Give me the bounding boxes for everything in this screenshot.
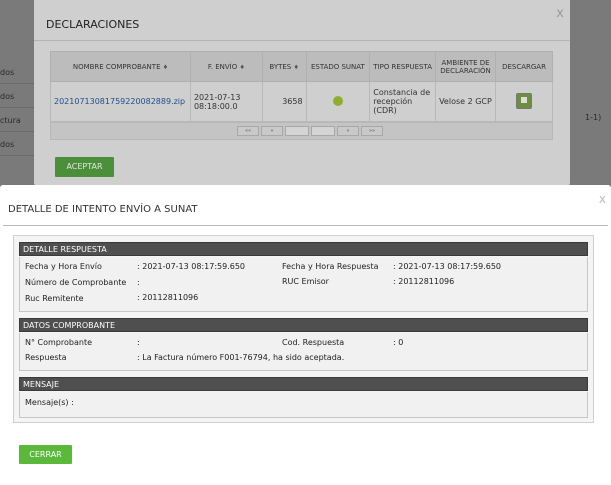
n-comprobante-value: : <box>137 338 140 347</box>
divider <box>34 40 570 41</box>
file-cell: 20210713081759220082889.zip <box>50 81 191 122</box>
accept-button[interactable]: ACEPTAR <box>55 157 114 177</box>
fecha-respuesta-value: : 2021-07-13 08:17:59.650 <box>393 262 502 271</box>
cod-respuesta-label: Cod. Respuesta <box>282 338 345 347</box>
section-body-comprobante: N° Comprobante : Cod. Respuesta : 0 Resp… <box>19 333 588 371</box>
last-page-button[interactable]: »» <box>361 126 383 136</box>
close-button[interactable]: CERRAR <box>19 445 72 464</box>
section-header-mensaje: MENSAJE <box>19 377 588 391</box>
section-header-comprobante: DATOS COMPROBANTE <box>19 318 588 332</box>
prev-page-button[interactable]: « <box>261 126 283 136</box>
ruc-remitente-label: Ruc Remitente <box>25 294 84 303</box>
cod-respuesta-value: : 0 <box>393 338 404 347</box>
col-header-ambiente: AMBIENTE DE DECLARACIÓN <box>435 51 497 82</box>
respuesta-value: : La Factura número F001-76794, ha sido … <box>137 353 345 362</box>
col-header-nombre[interactable]: NOMBRE COMPROBANTE ♦ <box>50 51 191 82</box>
ruc-remitente-value: : 20112811096 <box>137 293 199 302</box>
dialog-title: DETALLE DE INTENTO ENVÍO A SUNAT <box>8 204 198 215</box>
fecha-envio-label: Fecha y Hora Envío <box>25 262 102 271</box>
bytes-cell: 3658 <box>261 81 307 122</box>
section-body-respuesta: Fecha y Hora Envío : 2021-07-13 08:17:59… <box>19 257 588 312</box>
tipo-cell: Constancia de recepción (CDR) <box>369 81 437 122</box>
close-icon[interactable]: x <box>599 192 606 206</box>
fecha-envio-value: : 2021-07-13 08:17:59.650 <box>137 262 246 271</box>
col-header-estado: ESTADO SUNAT <box>305 51 371 82</box>
section-header-respuesta: DETALLE RESPUESTA <box>19 242 588 256</box>
declaraciones-dialog: x DECLARACIONES NOMBRE COMPROBANTE ♦ F. … <box>34 0 570 186</box>
download-icon[interactable] <box>516 92 533 109</box>
respuesta-label: Respuesta <box>25 353 67 362</box>
pagination-bar: «« « » »» <box>50 122 553 140</box>
next-page-button[interactable]: » <box>337 126 359 136</box>
download-cell <box>495 81 553 122</box>
col-header-tipo: TIPO RESPUESTA <box>369 51 437 82</box>
date-cell: 2021-07-13 08:18:00.0 <box>189 81 263 122</box>
col-header-fenvio[interactable]: F. ENVÍO ♦ <box>189 51 263 82</box>
col-header-bytes[interactable]: BYTES ♦ <box>261 51 307 82</box>
num-comprobante-value: : <box>137 278 140 287</box>
sort-icon: ♦ <box>162 63 169 71</box>
page-number-display <box>311 126 335 136</box>
num-comprobante-label: Número de Comprobante <box>25 278 127 287</box>
table-row: 20210713081759220082889.zip 2021-07-13 0… <box>50 81 553 122</box>
col-header-descargar: DESCARGAR <box>495 51 553 82</box>
mensajes-label: Mensaje(s) : <box>25 398 74 407</box>
close-icon[interactable]: x <box>556 6 564 21</box>
status-dot-icon <box>332 95 343 106</box>
ruc-emisor-value: : 20112811096 <box>393 277 455 286</box>
status-cell <box>305 81 371 122</box>
zip-file-link[interactable]: 20210713081759220082889.zip <box>54 97 185 106</box>
sort-icon: ♦ <box>293 63 299 71</box>
ambiente-cell: Velose 2 GCP <box>435 81 497 122</box>
detalle-dialog: x DETALLE DE INTENTO ENVÍO A SUNAT DETAL… <box>0 185 611 485</box>
pager: «« « » »» <box>237 126 383 136</box>
fecha-respuesta-label: Fecha y Hora Respuesta <box>282 262 379 271</box>
declaraciones-table: NOMBRE COMPROBANTE ♦ F. ENVÍO ♦ BYTES ♦ … <box>50 51 553 122</box>
ruc-emisor-label: RUC Emisor <box>282 277 329 286</box>
bg-right-text: 1-1) <box>585 113 602 122</box>
n-comprobante-label: N° Comprobante <box>25 338 92 347</box>
page-number-input[interactable] <box>285 126 309 136</box>
detail-panel: DETALLE RESPUESTA Fecha y Hora Envío : 2… <box>13 235 594 423</box>
section-body-mensaje: Mensaje(s) : <box>19 392 588 418</box>
first-page-button[interactable]: «« <box>237 126 259 136</box>
divider <box>3 225 608 226</box>
dialog-title: DECLARACIONES <box>46 18 140 31</box>
sort-icon: ♦ <box>239 63 245 71</box>
